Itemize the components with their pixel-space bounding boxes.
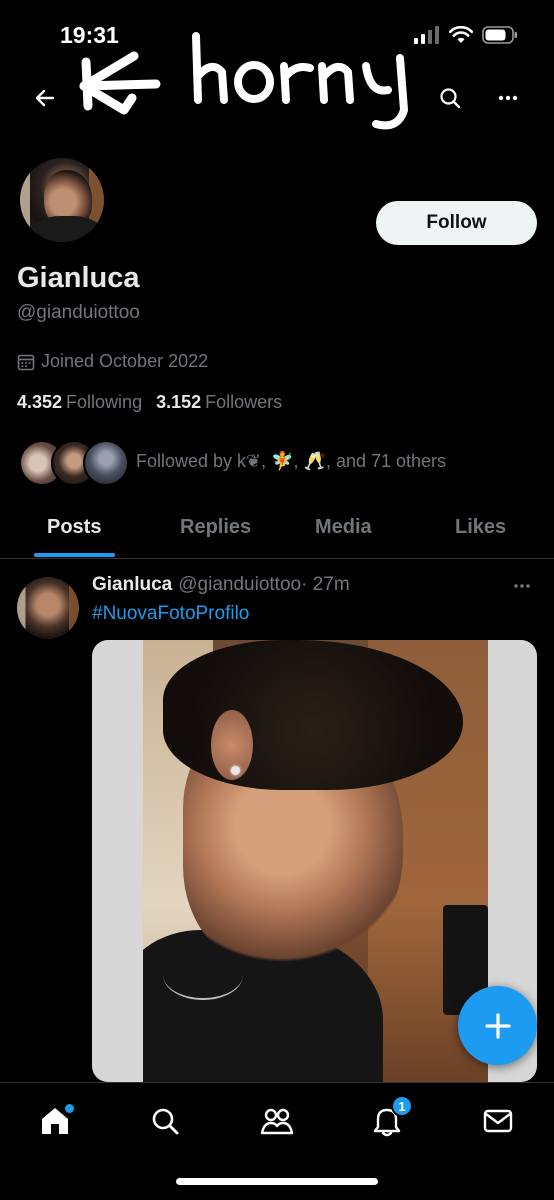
profile-photo-image [143, 640, 488, 1082]
profile-handle: @gianduiottoo [17, 302, 140, 323]
tweet-author-name[interactable]: Gianluca [92, 574, 172, 595]
home-indicator [176, 1178, 378, 1185]
wifi-icon [449, 26, 473, 43]
tab-posts[interactable]: Posts [47, 516, 101, 539]
search-icon [440, 88, 461, 109]
following-link[interactable]: 4.352 Following [17, 392, 142, 413]
tweet-author-avatar[interactable] [17, 577, 79, 639]
active-tab-indicator [34, 553, 115, 557]
tab-replies[interactable]: Replies [180, 516, 251, 539]
tab-media[interactable]: Media [315, 516, 372, 539]
tweet-more-button[interactable] [510, 574, 534, 598]
nav-messages[interactable] [478, 1101, 518, 1141]
calendar-icon [17, 354, 35, 370]
handwritten-annotation [79, 32, 409, 130]
battery-icon [482, 26, 517, 44]
more-horizontal-icon [498, 95, 518, 101]
tweet-time: · 27m [301, 574, 350, 595]
tab-likes[interactable]: Likes [455, 516, 506, 539]
followers-label: Followers [205, 392, 283, 412]
joined-label: Joined October 2022 [41, 351, 209, 371]
followed-by-text[interactable]: Followed by k❦, 🧚, 🥂, and 71 others [136, 451, 446, 472]
search-icon [152, 1108, 179, 1135]
nav-home[interactable] [35, 1101, 75, 1141]
nav-notifications[interactable]: 1 [367, 1095, 413, 1141]
followers-count: 3.152 [156, 392, 202, 412]
back-button[interactable] [25, 78, 65, 118]
following-label: Following [66, 392, 143, 412]
more-horizontal-icon [514, 584, 530, 588]
communities-icon [260, 1108, 294, 1135]
profile-avatar[interactable] [17, 155, 107, 245]
tweet-hashtag[interactable]: #NuovaFotoProfilo [92, 603, 249, 625]
joined-date: Joined October 2022 [17, 351, 208, 372]
tweet-header: Gianluca @gianduiottoo· 27m [92, 574, 350, 596]
followed-by-avatars[interactable] [19, 440, 129, 486]
follow-counts: 4.352 Following 3.152 Followers [17, 392, 282, 413]
notification-badge: 1 [391, 1095, 413, 1117]
header-search-button[interactable] [430, 78, 470, 118]
nav-communities[interactable] [257, 1101, 297, 1141]
following-count: 4.352 [17, 392, 63, 412]
compose-button[interactable] [458, 986, 537, 1065]
arrow-left-icon [35, 89, 55, 107]
follow-button[interactable]: Follow [376, 201, 537, 245]
nav-search[interactable] [145, 1101, 185, 1141]
followers-link[interactable]: 3.152 Followers [156, 392, 282, 413]
follower-avatar [83, 440, 129, 486]
more-options-button[interactable] [488, 78, 528, 118]
home-unread-dot [65, 1104, 74, 1113]
tweet-author-handle[interactable]: @gianduiottoo [178, 574, 301, 595]
profile-tabs: Posts Replies Media Likes [0, 503, 554, 559]
plus-icon [484, 1012, 511, 1039]
mail-icon [483, 1109, 513, 1133]
profile-name: Gianluca [17, 262, 140, 294]
